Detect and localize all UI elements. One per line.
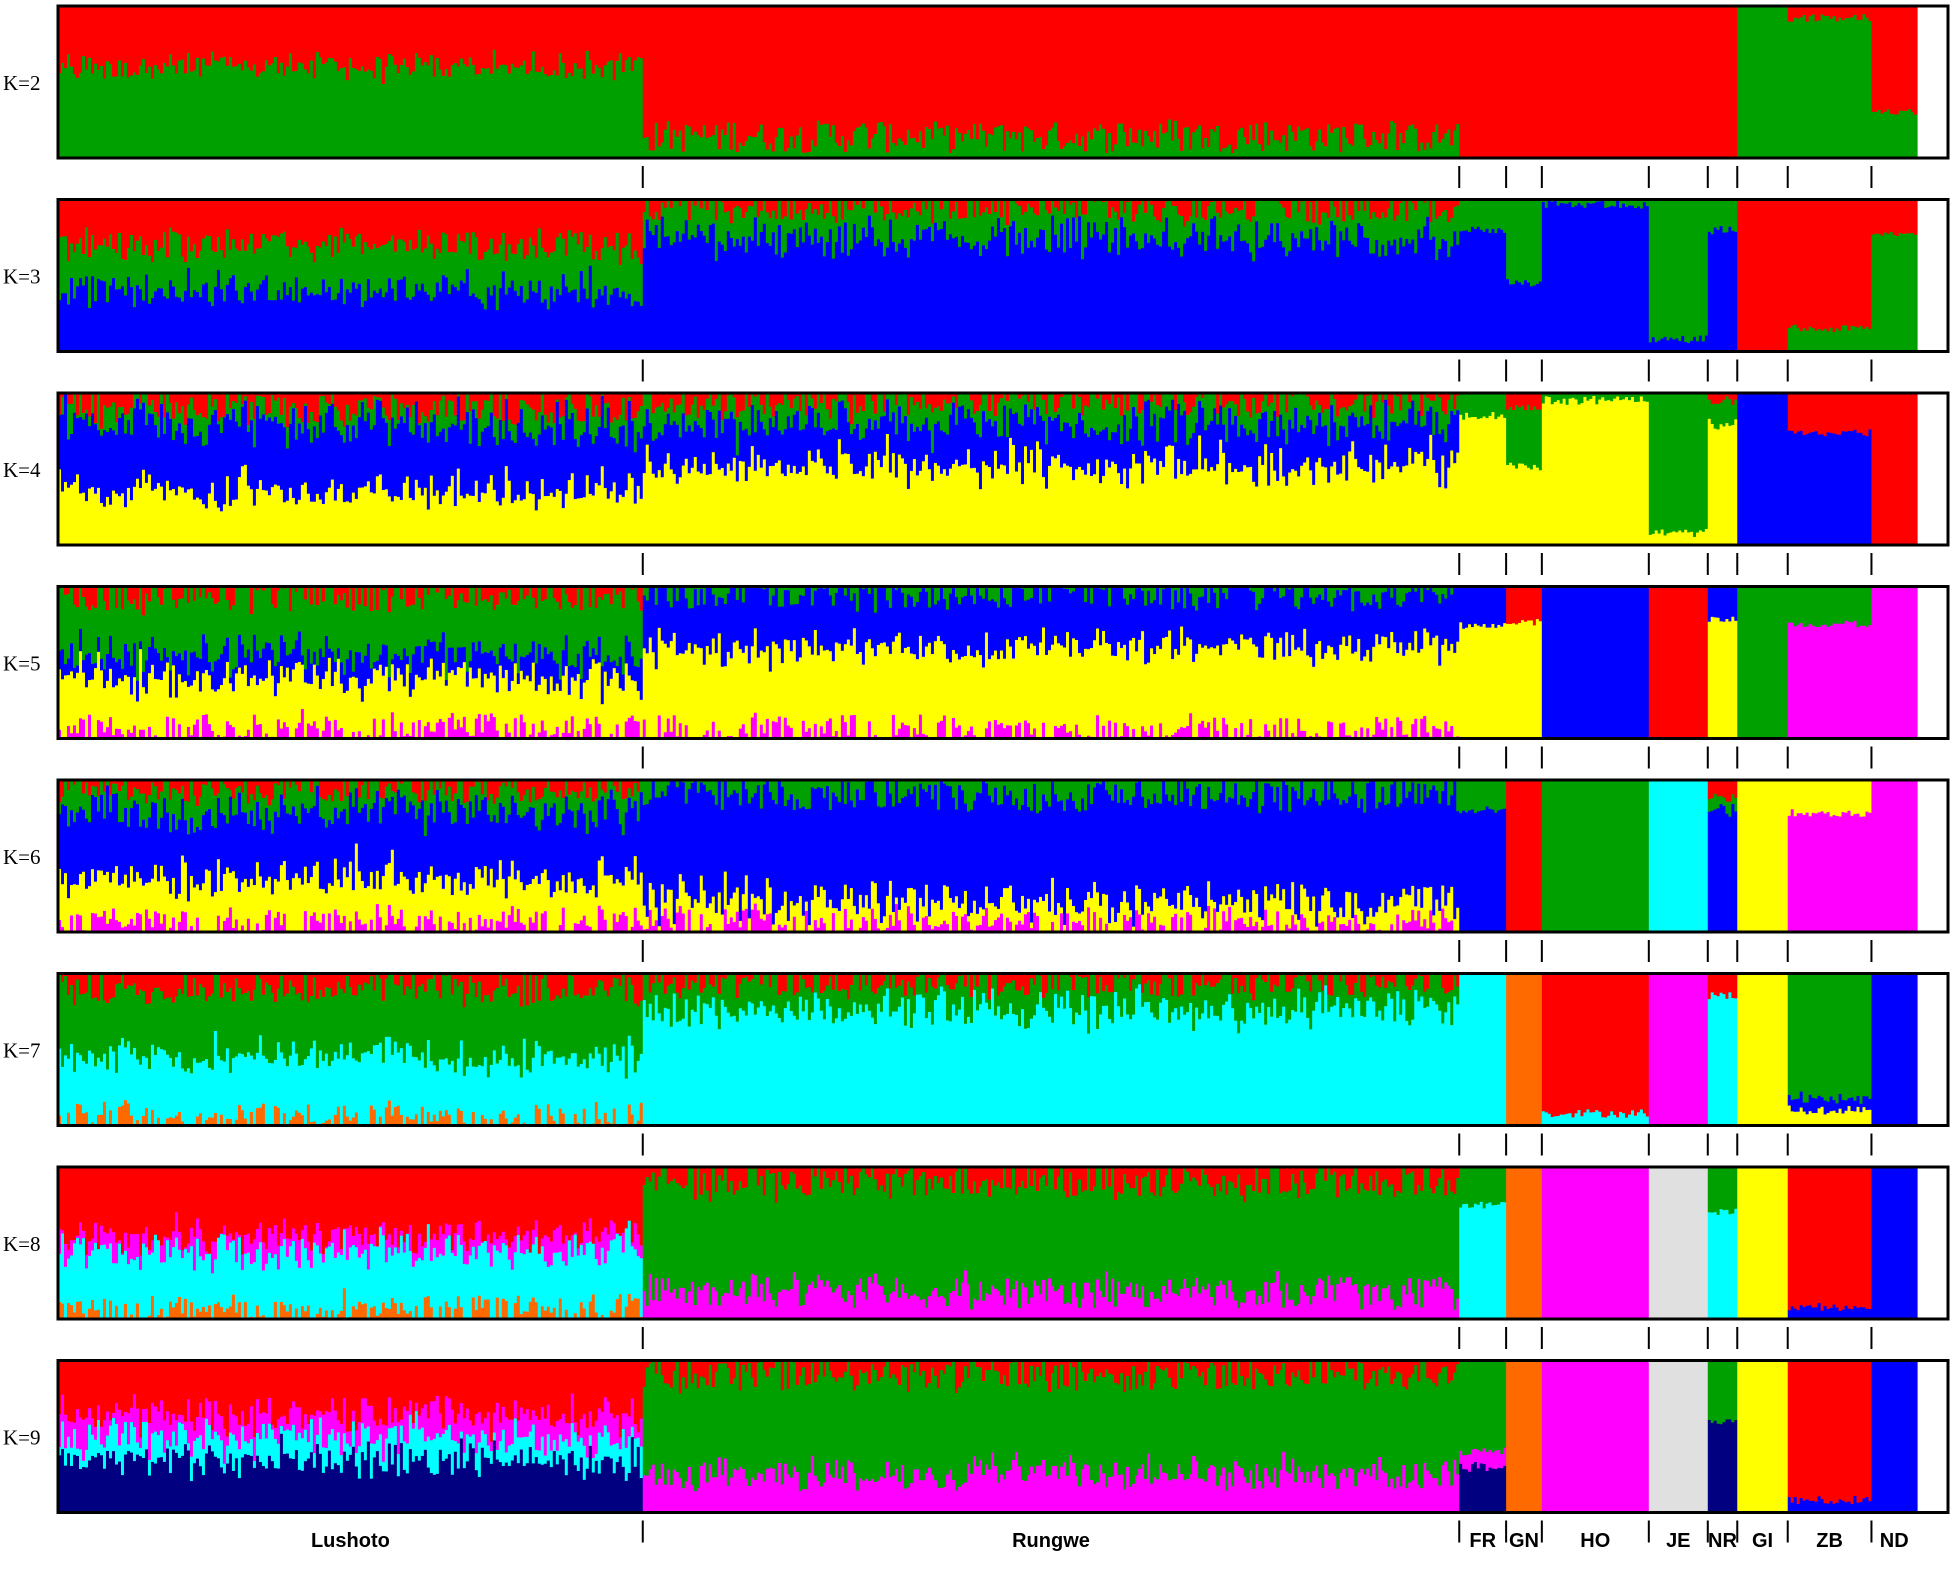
panel-k5: K=5 xyxy=(3,585,1950,769)
population-block-fr xyxy=(1459,6,1507,159)
panel-k4: K=4 xyxy=(3,391,1950,575)
population-block-gn xyxy=(1506,393,1543,546)
ancestry-bar xyxy=(1913,234,1918,352)
k-label: K=2 xyxy=(3,71,41,95)
population-block-fr xyxy=(1459,199,1507,352)
k-label: K=4 xyxy=(3,458,41,482)
population-block-rungwe xyxy=(642,393,1460,546)
population-block-gi xyxy=(1737,6,1789,159)
population-block-nd xyxy=(1871,199,1918,352)
panel-k2: K=2 xyxy=(3,4,1950,188)
ancestry-bar xyxy=(1913,114,1918,159)
population-block-lushoto xyxy=(58,586,644,739)
panel-k3: K=3 xyxy=(3,198,1950,382)
population-block-lushoto xyxy=(58,6,644,159)
population-block-je xyxy=(1648,199,1709,352)
population-block-ho xyxy=(1541,6,1650,159)
population-block-zb xyxy=(1787,199,1873,352)
population-block-gi xyxy=(1737,393,1789,546)
ancestry-bar xyxy=(1913,393,1918,546)
population-block-rungwe xyxy=(642,6,1460,159)
population-block-nr xyxy=(1707,393,1738,546)
population-block-gn xyxy=(1506,199,1543,352)
k-label: K=3 xyxy=(3,265,41,289)
population-block-gn xyxy=(1506,6,1543,159)
ancestry-bar xyxy=(1913,6,1918,115)
structure-plot: K=2K=3K=4K=5K=6K=7K=8K=9Lushoto Rungwe FR G… xyxy=(3,4,1950,1552)
population-block-gi xyxy=(1737,199,1789,352)
population-block-zb xyxy=(1787,393,1873,546)
population-block-lushoto xyxy=(58,393,644,546)
population-block-rungwe xyxy=(642,199,1460,352)
population-block-je xyxy=(1648,393,1709,546)
population-block-lushoto xyxy=(58,199,644,352)
population-block-ho xyxy=(1541,199,1650,352)
population-block-fr xyxy=(1459,393,1507,546)
population-block-ho xyxy=(1541,393,1650,546)
population-block-zb xyxy=(1787,6,1873,159)
population-block-nd xyxy=(1871,393,1918,546)
population-block-je xyxy=(1648,6,1709,159)
population-block-nd xyxy=(1871,6,1918,159)
ancestry-bar xyxy=(1913,199,1918,236)
population-block-nr xyxy=(1707,6,1738,159)
population-block-nr xyxy=(1707,199,1738,352)
k-label: K=5 xyxy=(3,652,41,676)
